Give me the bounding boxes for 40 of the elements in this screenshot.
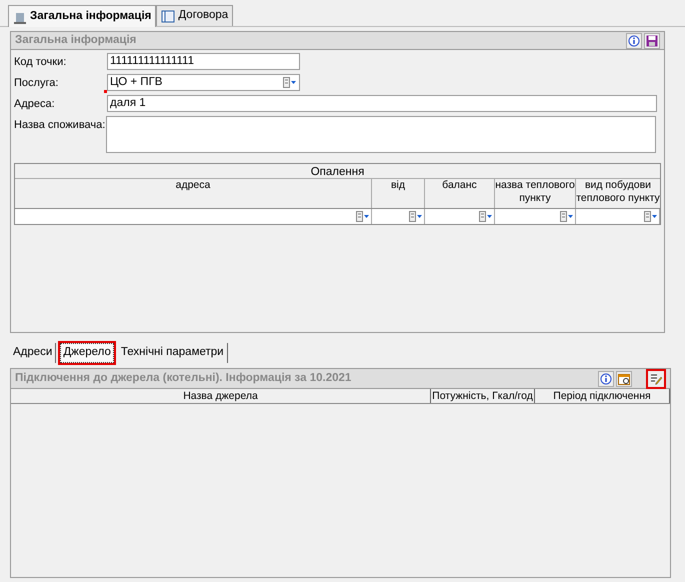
calendar-icon (618, 372, 630, 384)
calendar-button[interactable] (616, 370, 632, 386)
field-label: Код точки: (14, 55, 68, 70)
tab[interactable]: Загальна інформація (8, 5, 156, 27)
save-button[interactable] (644, 32, 660, 48)
book-icon (161, 9, 176, 23)
input-field[interactable]: ЦО + ПГВ (107, 74, 300, 91)
dropdown-icon (356, 210, 370, 224)
info-icon (628, 34, 640, 46)
column-header: назва теплового пункту (495, 179, 576, 208)
tab[interactable]: Договора (156, 5, 234, 26)
field-label: Адреса: (14, 97, 56, 112)
tab[interactable]: Джерело (58, 341, 116, 365)
column-header: від (372, 179, 425, 208)
panel-title: Підключення до джерела (котельні). Інформація за 10.2021 (15, 370, 352, 386)
panel-title: Загальна інформація (15, 32, 138, 48)
column-header: адреса (15, 179, 372, 208)
pencil-list-icon (650, 372, 662, 385)
field-label: Послуга: (14, 76, 60, 91)
column-header: Період підключення (535, 389, 670, 403)
dropdown-icon (409, 210, 423, 224)
input-field[interactable] (106, 116, 656, 153)
tab[interactable]: Технічні параметри (118, 343, 228, 363)
dropdown-icon (479, 210, 493, 224)
column-header: Назва джерела (11, 389, 431, 403)
info-button[interactable] (598, 370, 614, 386)
input-field[interactable]: 111111111111111 (107, 53, 300, 70)
dropdown-icon (560, 210, 574, 224)
input-field[interactable]: даля 1 (107, 95, 657, 112)
column-header: баланс (425, 179, 495, 208)
info-button[interactable] (626, 32, 642, 48)
column-header: Потужність, Гкал/год (431, 389, 535, 403)
field-label: Назва споживача: (14, 118, 106, 133)
column-header: вид побудови теплового пункту (576, 179, 660, 206)
dropdown-icon (644, 210, 658, 224)
info-icon (600, 372, 612, 384)
table-title: Опалення (15, 164, 660, 179)
tab[interactable]: Адреси (10, 343, 56, 363)
edit-button[interactable] (646, 368, 666, 388)
dropdown-icon (283, 76, 297, 90)
